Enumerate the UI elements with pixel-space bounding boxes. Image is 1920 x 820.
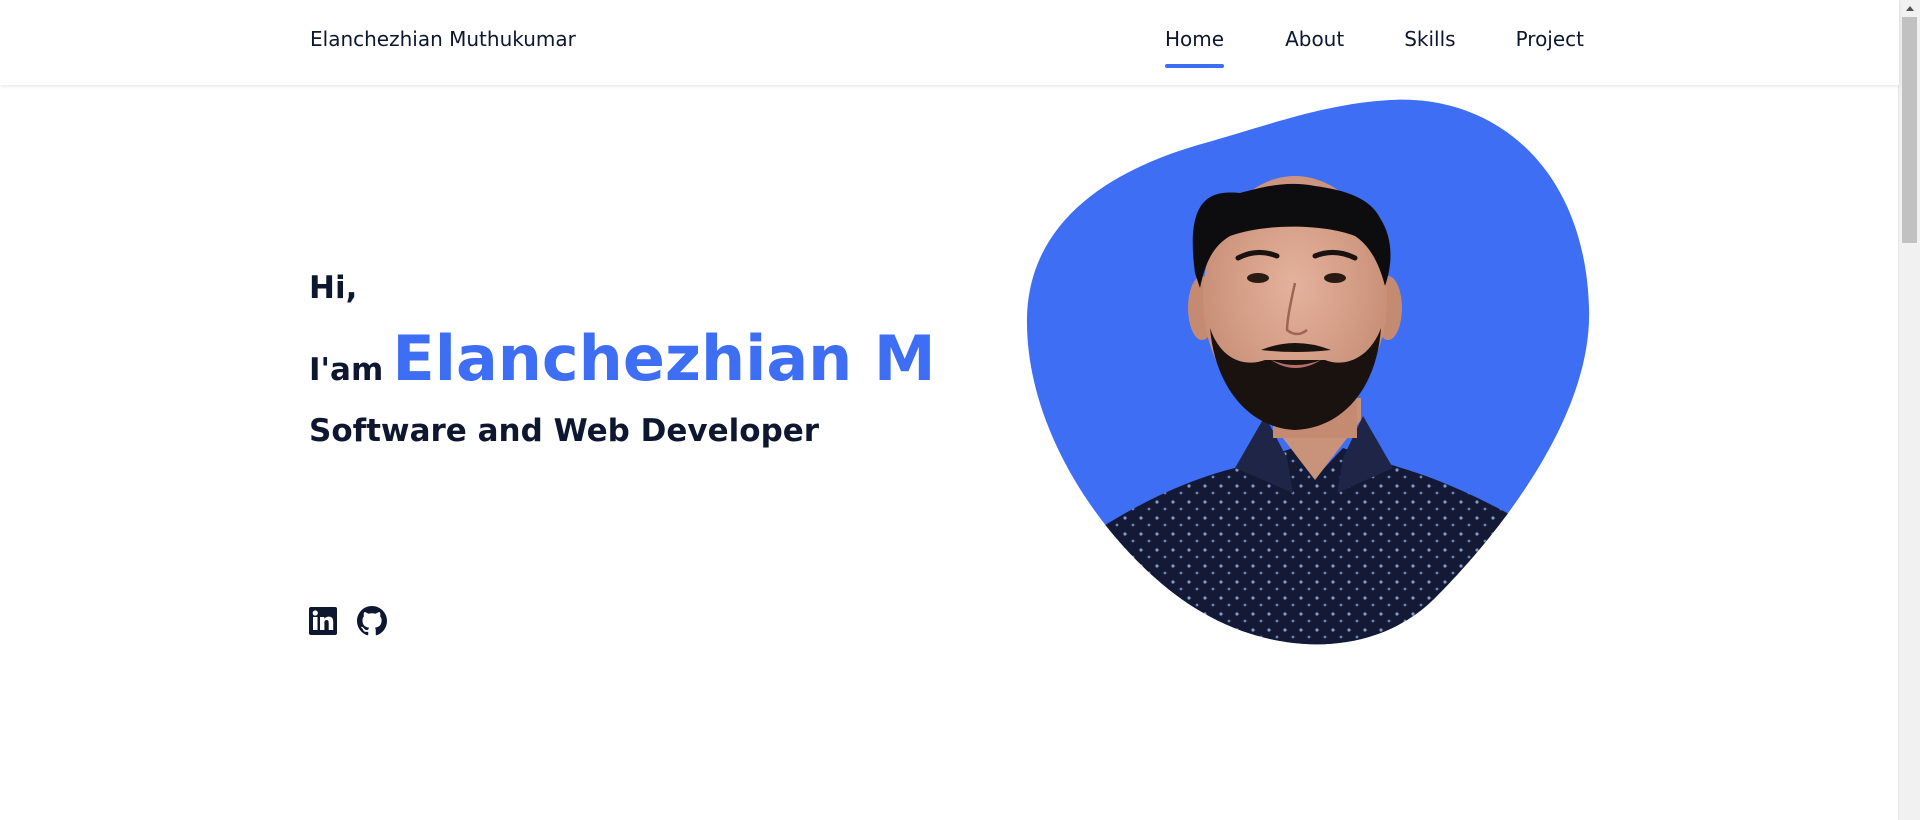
main-nav: Home About Skills Project — [1165, 27, 1584, 68]
social-links — [309, 606, 387, 636]
hero-greeting: Hi, — [309, 270, 358, 306]
nav-home[interactable]: Home — [1165, 27, 1225, 68]
github-icon[interactable] — [357, 606, 387, 636]
scroll-thumb[interactable] — [1902, 17, 1917, 243]
hero-role: Software and Web Developer — [309, 413, 820, 449]
scroll-up-arrow-icon[interactable] — [1899, 0, 1920, 17]
nav-about[interactable]: About — [1285, 27, 1344, 51]
linkedin-icon[interactable] — [309, 607, 337, 635]
nav-skills[interactable]: Skills — [1404, 27, 1455, 51]
hero-name: Elanchezhian M — [392, 322, 936, 395]
site-logo[interactable]: Elanchezhian Muthukumar — [310, 27, 576, 51]
nav-project[interactable]: Project — [1516, 27, 1584, 51]
page: Elanchezhian Muthukumar Home About Skill… — [0, 0, 1920, 820]
hero-intro: I'am Elanchezhian M — [309, 322, 936, 395]
site-header: Elanchezhian Muthukumar Home About Skill… — [0, 0, 1899, 85]
profile-photo — [1025, 98, 1592, 648]
page-scrollbar[interactable] — [1898, 0, 1920, 820]
hero-iam: I'am — [309, 352, 384, 388]
